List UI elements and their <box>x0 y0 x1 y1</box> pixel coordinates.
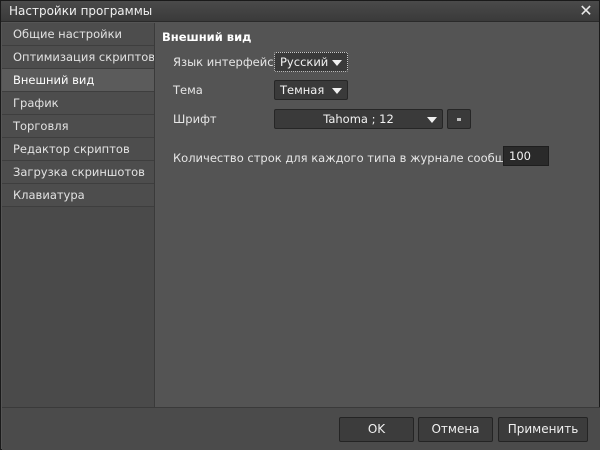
ok-button[interactable]: OK <box>339 417 414 442</box>
theme-select[interactable]: Темная <box>274 80 348 100</box>
language-label: Язык интерфейса <box>173 55 281 69</box>
chevron-down-icon <box>427 117 437 123</box>
section-title: Внешний вид <box>162 30 252 44</box>
sidebar-item-general[interactable]: Общие настройки <box>2 23 154 46</box>
chevron-down-icon <box>332 88 342 94</box>
title-bar: Настройки программы ✕ <box>1 1 599 22</box>
sidebar-item-script-optimization[interactable]: Оптимизация скриптов <box>2 46 154 69</box>
cancel-button[interactable]: Отмена <box>418 417 493 442</box>
sidebar-item-trading[interactable]: Торговля <box>2 115 154 138</box>
language-select-value: Русский <box>280 55 329 69</box>
settings-window: Настройки программы ✕ Общие настройки Оп… <box>0 0 600 450</box>
ellipsis-icon <box>457 118 461 121</box>
close-icon: ✕ <box>579 1 593 20</box>
font-select[interactable]: Tahoma ; 12 <box>274 109 443 129</box>
appearance-panel: Внешний вид Язык интерфейса Русский Тема… <box>156 23 599 407</box>
chevron-down-icon <box>332 60 342 66</box>
dialog-footer: OK Отмена Применить <box>2 407 600 450</box>
sidebar-item-chart[interactable]: График <box>2 92 154 115</box>
window-title: Настройки программы <box>9 4 153 18</box>
font-label: Шрифт <box>173 112 217 126</box>
theme-select-value: Темная <box>280 83 325 97</box>
theme-label: Тема <box>173 83 203 97</box>
log-lines-label: Количество строк для каждого типа в журн… <box>173 151 536 165</box>
apply-button[interactable]: Применить <box>498 417 588 442</box>
close-button[interactable]: ✕ <box>577 2 595 20</box>
sidebar-item-screenshot-upload[interactable]: Загрузка скриншотов <box>2 161 154 184</box>
font-select-value: Tahoma ; 12 <box>323 112 394 126</box>
font-options-button[interactable] <box>447 109 471 129</box>
settings-sidebar: Общие настройки Оптимизация скриптов Вне… <box>2 23 155 407</box>
log-lines-input[interactable]: 100 <box>503 146 549 166</box>
sidebar-item-keyboard[interactable]: Клавиатура <box>2 184 154 207</box>
sidebar-item-appearance[interactable]: Внешний вид <box>2 69 154 92</box>
sidebar-item-script-editor[interactable]: Редактор скриптов <box>2 138 154 161</box>
language-select[interactable]: Русский <box>274 52 348 72</box>
